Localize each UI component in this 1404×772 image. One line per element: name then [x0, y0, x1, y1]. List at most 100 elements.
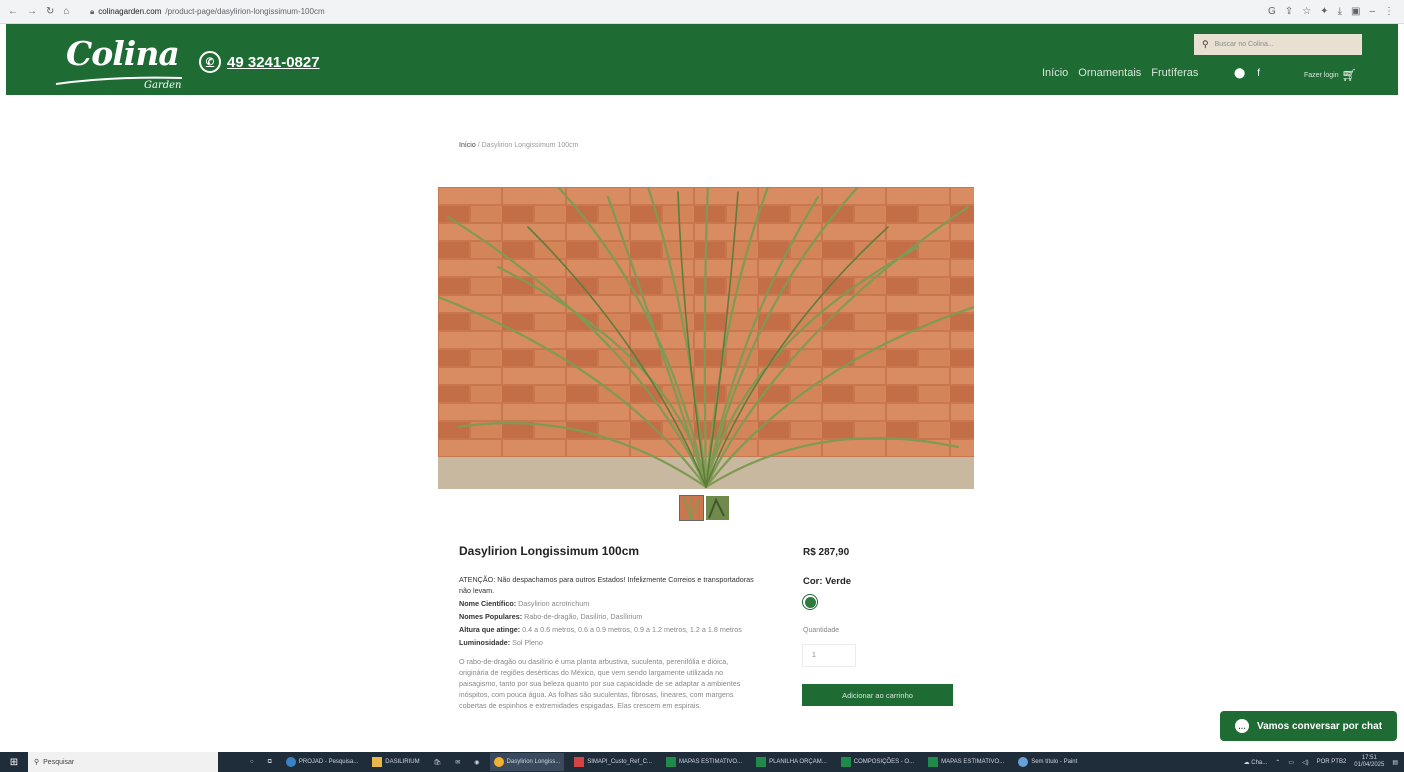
taskbar-item-9[interactable]: Sem título - Paint: [1014, 753, 1081, 771]
taskbar-search[interactable]: ⚲ Pesquisar: [28, 752, 218, 772]
popular-names-row: Nomes Populares: Rabo-de-dragão, Dasilír…: [459, 611, 759, 622]
windows-start-icon[interactable]: ⊞: [0, 752, 28, 772]
sidepanel-icon[interactable]: ▣: [1351, 4, 1360, 20]
login-link[interactable]: Fazer login 🛒︎: [1304, 68, 1357, 82]
volume-icon[interactable]: ◁): [1302, 759, 1309, 766]
taskbar-item-6[interactable]: PLANILHA ORÇAM...: [752, 753, 831, 771]
thumbnail-image: [706, 496, 729, 520]
product-image[interactable]: [438, 187, 974, 489]
url-host: colinagarden.com: [98, 7, 162, 16]
excel-icon: [665, 757, 676, 767]
taskbar-item-7[interactable]: COMPOSIÇÕES - O...: [837, 753, 918, 771]
taskbar-item-1[interactable]: PROJAD - Pesquisa...: [282, 753, 362, 771]
search-input[interactable]: ⚲ Buscar no Colina...: [1194, 34, 1362, 55]
taskbar-item-8[interactable]: MAPAS ESTIMATIVO...: [924, 753, 1008, 771]
store-icon[interactable]: 🛍︎: [430, 753, 446, 771]
mail-icon[interactable]: ✉: [451, 753, 464, 771]
taskbar-item-label: SIMAPI_Custo_Ref_C...: [587, 759, 652, 765]
windows-taskbar: ⊞ ⚲ Pesquisar ○ ⧉ PROJAD - Pesquisa... D…: [0, 752, 1404, 772]
thumbnail-2[interactable]: [706, 496, 729, 520]
site-logo[interactable]: Colina Garden: [54, 30, 184, 92]
tray-chat-label: Cha...: [1251, 759, 1268, 766]
taskbar-item-label: Dasylirion Longiss...: [506, 759, 561, 765]
thumbnail-1[interactable]: [679, 495, 704, 521]
taskbar-item-4[interactable]: SIMAPI_Custo_Ref_C...: [570, 753, 656, 771]
quantity-input[interactable]: 1: [802, 644, 856, 667]
height-row: Altura que atinge: 0.4 a 0.6 metros, 0.6…: [459, 624, 759, 635]
tray-chat[interactable]: ☁ Cha...: [1244, 759, 1268, 766]
search-placeholder: Buscar no Colina...: [1214, 41, 1274, 48]
chevron-up-icon[interactable]: ⌃: [1275, 759, 1280, 766]
clock[interactable]: 17:51 01/04/2025: [1354, 755, 1384, 769]
taskbar-item-label: Sem título - Paint: [1031, 759, 1078, 765]
phone-number: 49 3241-0827: [227, 53, 320, 71]
product-description: ATENÇÃO: Não despachamos para outros Est…: [459, 574, 759, 713]
taskbar-item-label: PROJAD - Pesquisa...: [298, 759, 359, 765]
bookmark-star-icon[interactable]: ☆: [1302, 4, 1311, 20]
browser-nav: ← → ↻ ⌂: [8, 4, 69, 20]
chrome-icon: [493, 757, 504, 767]
lock-icon: 🔒︎: [90, 7, 95, 16]
browser-tools: G ⇪ ☆ ✦ ⤓ ▣ – ⋮: [1268, 4, 1394, 20]
breadcrumb-home[interactable]: Início: [459, 142, 476, 149]
share-icon[interactable]: ⇪: [1285, 4, 1293, 20]
network-icon[interactable]: ▭: [1288, 759, 1294, 766]
breadcrumb: Início / Dasylirion Longissimum 100cm: [459, 142, 578, 149]
browser-menu-icon[interactable]: ⋮: [1384, 4, 1394, 20]
main-menu: Início Ornamentais Frutíferas: [1042, 67, 1198, 79]
taskbar-item-5[interactable]: MAPAS ESTIMATIVO...: [662, 753, 746, 771]
color-swatch-verde[interactable]: [802, 594, 818, 610]
address-bar[interactable]: 🔒︎ colinagarden.com/product-page/dasylir…: [90, 4, 325, 20]
product-title: Dasylirion Longissimum 100cm: [459, 544, 640, 558]
cart-icon[interactable]: 🛒︎: [1342, 68, 1357, 82]
taskbar-item-label: COMPOSIÇÕES - O...: [853, 759, 915, 765]
extensions-icon[interactable]: ✦: [1320, 4, 1328, 20]
attention-note: ATENÇÃO: Não despachamos para outros Est…: [459, 575, 754, 595]
taskbar-search-label: Pesquisar: [43, 758, 75, 766]
description-paragraph: O rabo-de-dragão ou dasilírio é uma plan…: [459, 657, 741, 710]
whatsapp-phone-link[interactable]: ✆ 49 3241-0827: [199, 51, 320, 73]
color-label: Cor: Verde: [803, 576, 852, 587]
chrome-icon: [285, 757, 296, 767]
firefox-icon[interactable]: ◉: [470, 753, 483, 771]
excel-icon: [928, 757, 939, 767]
taskbar-item-3[interactable]: Dasylirion Longiss...: [489, 753, 565, 771]
reload-icon[interactable]: ↻: [46, 4, 54, 20]
value: Rabo-de-dragão, Dasilírio, Dasílirium: [524, 612, 643, 621]
paint-icon: [1018, 757, 1029, 767]
label: Altura que atinge:: [459, 625, 521, 634]
product-price: R$ 287,90: [803, 547, 850, 558]
notifications-icon[interactable]: ▤: [1392, 759, 1398, 766]
chat-label: Vamos conversar por chat: [1256, 720, 1383, 732]
task-view-icon[interactable]: ⧉: [264, 753, 276, 771]
language-indicator[interactable]: POR PTB2: [1317, 759, 1347, 765]
facebook-icon[interactable]: f: [1257, 68, 1260, 79]
search-icon: ⚲: [34, 759, 40, 766]
logo-text: Colina: [66, 34, 180, 73]
folder-icon: [372, 757, 383, 767]
value: 0.4 a 0.6 metros, 0.6 a 0.9 metros, 0.9 …: [522, 625, 742, 634]
home-icon[interactable]: ⌂: [63, 4, 69, 20]
menu-item-frutiferas[interactable]: Frutíferas: [1151, 67, 1198, 79]
menu-item-ornamentais[interactable]: Ornamentais: [1078, 67, 1141, 79]
thumbnail-image: [680, 496, 703, 520]
light-row: Luminosidade: Sol Pleno: [459, 637, 759, 648]
taskbar-item-2[interactable]: DASILIRIUM: [368, 753, 423, 771]
cortana-icon[interactable]: ○: [246, 753, 258, 771]
label: Nome Científico:: [459, 599, 517, 608]
social-links: ⬤ f: [1234, 68, 1260, 79]
google-icon[interactable]: G: [1268, 4, 1276, 20]
logo-subtitle: Garden: [144, 80, 182, 91]
browser-toolbar: ← → ↻ ⌂ 🔒︎ colinagarden.com/product-page…: [0, 0, 1404, 24]
menu-item-inicio[interactable]: Início: [1042, 67, 1068, 79]
taskbar-apps: ○ ⧉ PROJAD - Pesquisa... DASILIRIUM 🛍︎ ✉…: [246, 753, 1081, 771]
add-to-cart-button[interactable]: Adicionar ao carrinho: [802, 684, 953, 706]
location-pin-icon[interactable]: ⬤: [1234, 68, 1245, 79]
chat-button[interactable]: … Vamos conversar por chat: [1220, 711, 1397, 741]
minimize-icon[interactable]: –: [1369, 4, 1375, 20]
back-icon[interactable]: ←: [8, 4, 18, 20]
download-icon[interactable]: ⤓: [1338, 4, 1342, 20]
forward-icon[interactable]: →: [27, 4, 37, 20]
site-header: Colina Garden ✆ 49 3241-0827 ⚲ Buscar no…: [6, 24, 1398, 95]
breadcrumb-current: Dasylirion Longissimum 100cm: [481, 142, 579, 149]
